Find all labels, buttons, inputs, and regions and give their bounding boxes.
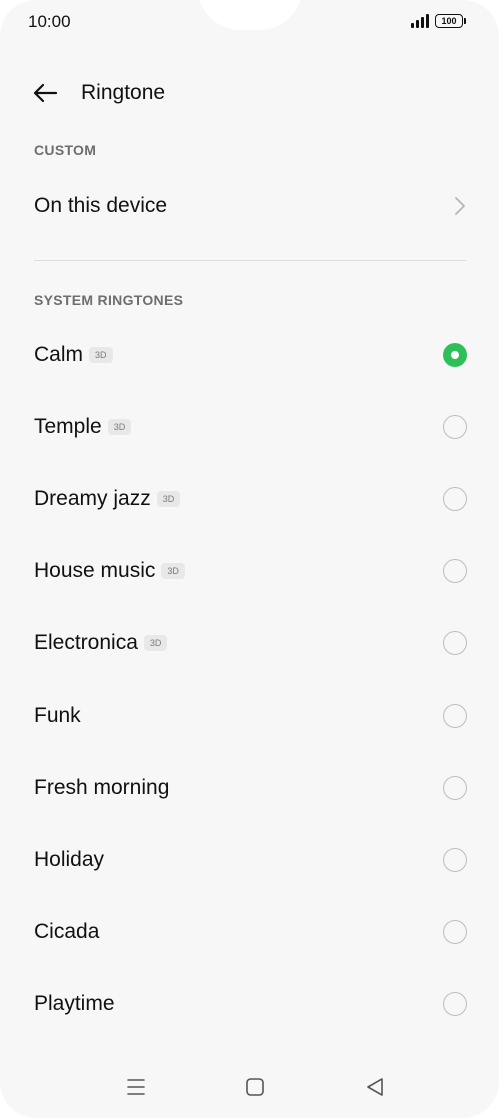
recents-button[interactable] — [123, 1074, 149, 1100]
menu-icon — [127, 1079, 145, 1095]
3d-badge: 3D — [89, 347, 113, 363]
ringtone-item-playtime[interactable]: Playtime — [0, 968, 499, 1040]
radio-button[interactable] — [443, 559, 467, 583]
signal-icon — [411, 14, 429, 28]
status-bar: 10:00 100 — [0, 0, 499, 44]
row-label: Fresh morning — [34, 776, 169, 800]
radio-button[interactable] — [443, 920, 467, 944]
status-indicators: 100 — [411, 14, 466, 28]
chevron-right-icon — [455, 197, 465, 215]
ringtone-item-cicada[interactable]: Cicada — [0, 896, 499, 968]
ringtone-item-electronica[interactable]: Electronica 3D — [0, 607, 499, 679]
ringtone-label: Funk — [34, 704, 81, 727]
arrow-left-icon — [33, 83, 58, 103]
radio-button[interactable] — [443, 487, 467, 511]
radio-button[interactable] — [443, 631, 467, 655]
ringtone-label: Dreamy jazz — [34, 487, 151, 510]
on-this-device-item[interactable]: On this device — [0, 170, 499, 242]
3d-badge: 3D — [143, 635, 168, 651]
system-back-button[interactable] — [362, 1074, 388, 1100]
row-label: Cicada — [34, 920, 99, 944]
radio-button-selected[interactable] — [443, 343, 467, 367]
3d-badge: 3D — [107, 419, 132, 435]
ringtone-screen: 10:00 100 Ringtone CUSTOM On this device — [0, 0, 499, 1118]
row-label: House music 3D — [34, 559, 185, 583]
ringtone-label: Cicada — [34, 920, 100, 943]
ringtone-label: Holiday — [34, 848, 105, 871]
ringtone-item-calm[interactable]: Calm 3D — [0, 319, 499, 391]
ringtone-item-funk[interactable]: Funk — [0, 680, 499, 752]
row-label: Electronica 3D — [34, 631, 168, 655]
radio-button[interactable] — [443, 992, 467, 1016]
radio-button[interactable] — [443, 848, 467, 872]
ringtone-item-temple[interactable]: Temple 3D — [0, 391, 499, 463]
back-button[interactable] — [30, 78, 60, 108]
row-label: Temple 3D — [34, 415, 132, 439]
battery-icon: 100 — [435, 14, 466, 28]
row-label: Funk — [34, 704, 81, 728]
system-nav-bar — [0, 1064, 499, 1110]
row-label: Playtime — [34, 992, 115, 1016]
3d-badge: 3D — [156, 491, 181, 507]
battery-level: 100 — [441, 15, 457, 26]
ringtone-label: Fresh morning — [34, 776, 170, 799]
app-header: Ringtone — [0, 70, 499, 116]
radio-button[interactable] — [443, 776, 467, 800]
section-label-custom: CUSTOM — [34, 142, 97, 158]
home-button[interactable] — [242, 1074, 268, 1100]
row-label: Calm 3D — [34, 343, 113, 367]
row-label: Holiday — [34, 848, 104, 872]
ringtone-label: Calm — [34, 343, 84, 366]
ringtone-item-dreamy-jazz[interactable]: Dreamy jazz 3D — [0, 463, 499, 535]
on-this-device-label: On this device — [34, 194, 168, 217]
section-label-system-ringtones: SYSTEM RINGTONES — [34, 292, 184, 308]
ringtone-item-holiday[interactable]: Holiday — [0, 824, 499, 896]
row-label: On this device — [34, 194, 167, 218]
section-divider — [34, 260, 466, 261]
status-time: 10:00 — [28, 12, 71, 31]
camera-notch — [198, 0, 302, 30]
back-triangle-icon — [367, 1078, 383, 1096]
ringtone-label: Temple — [34, 415, 102, 438]
row-label: Dreamy jazz 3D — [34, 487, 181, 511]
3d-badge: 3D — [161, 563, 185, 579]
page-title: Ringtone — [81, 81, 166, 104]
ringtone-label: Electronica — [34, 631, 138, 654]
home-square-icon — [246, 1078, 264, 1096]
radio-button[interactable] — [443, 704, 467, 728]
ringtone-label: Playtime — [34, 992, 115, 1015]
ringtone-item-house-music[interactable]: House music 3D — [0, 535, 499, 607]
radio-button[interactable] — [443, 415, 467, 439]
ringtone-label: House music — [34, 559, 156, 582]
ringtone-item-fresh-morning[interactable]: Fresh morning — [0, 752, 499, 824]
